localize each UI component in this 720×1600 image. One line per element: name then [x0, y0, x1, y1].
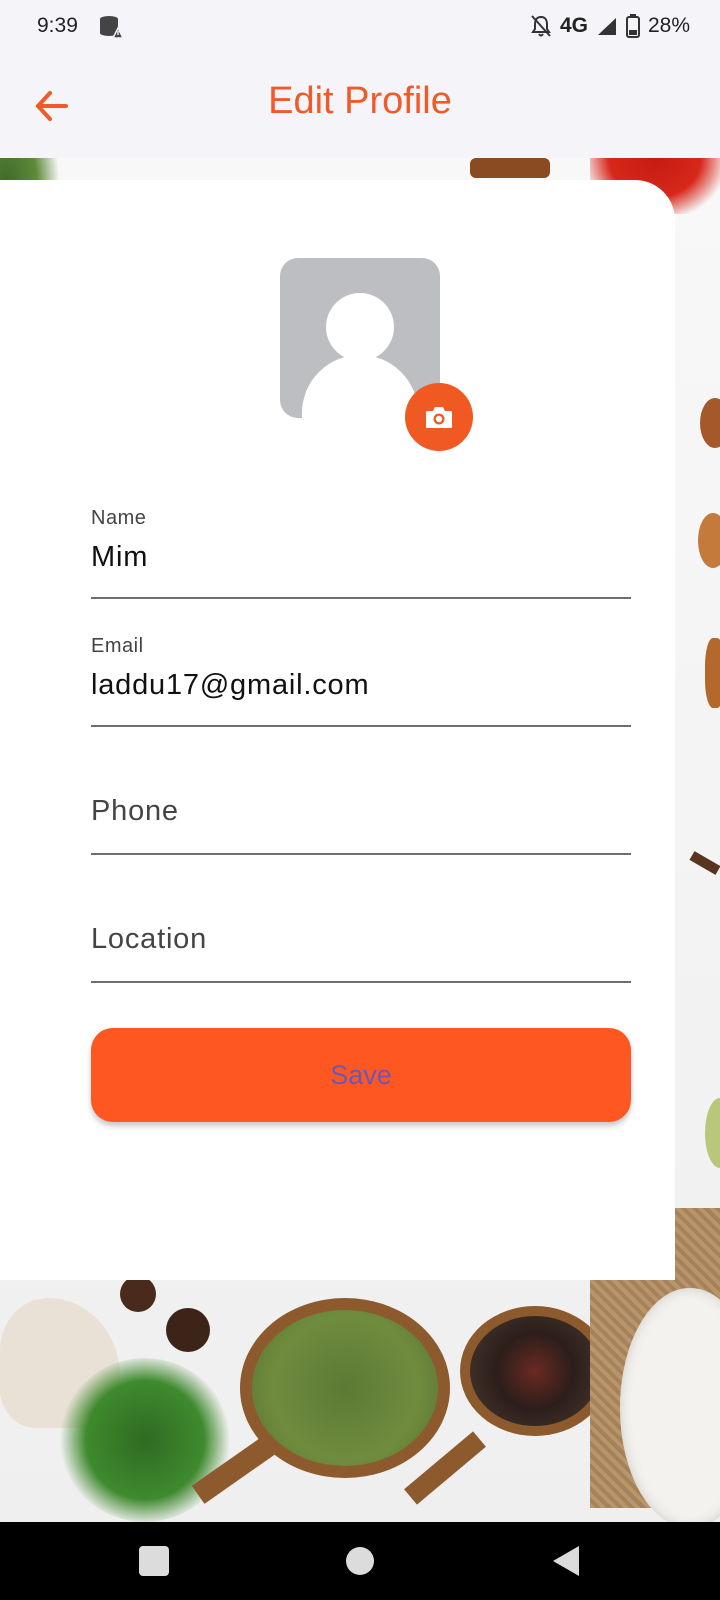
name-label: Name [91, 507, 147, 529]
decor-peppercorn-1 [120, 1276, 156, 1312]
location-field[interactable]: Location [91, 891, 631, 983]
email-field[interactable]: Email laddu17@gmail.com [91, 635, 631, 727]
name-input[interactable]: Mim [91, 541, 148, 574]
decor-spice-right [705, 638, 720, 708]
bell-off-icon [531, 15, 551, 37]
battery-level: 28% [647, 14, 690, 37]
phone-input[interactable]: Phone [91, 795, 179, 828]
network-type: 4G [559, 14, 588, 37]
status-time: 9:39 [37, 14, 78, 37]
status-right-group: 4G 28% [530, 14, 690, 38]
page-title: Edit Profile [268, 80, 452, 122]
camera-icon [426, 407, 452, 428]
decor-peppercorns [470, 1316, 600, 1426]
save-button[interactable]: Save [91, 1028, 631, 1122]
signal-icon [597, 18, 616, 35]
email-input[interactable]: laddu17@gmail.com [91, 669, 369, 702]
battery-icon [625, 14, 640, 38]
email-label: Email [91, 635, 144, 657]
decor-dried-herbs [252, 1310, 438, 1466]
decor-cinnamon-top [470, 158, 550, 178]
name-field[interactable]: Name Mim [91, 507, 631, 599]
app-bar: Edit Profile [0, 54, 720, 158]
avatar-head [326, 293, 394, 361]
status-bar: 9:39 4G 28% [0, 0, 720, 54]
system-nav-bar [0, 1522, 720, 1600]
avatar-body [302, 355, 418, 418]
phone-field[interactable]: Phone [91, 763, 631, 855]
database-warning-icon [100, 16, 124, 39]
location-input[interactable]: Location [91, 923, 207, 956]
square-icon[interactable] [135, 1542, 173, 1580]
decor-green-right [705, 1098, 720, 1168]
decor-almond-1 [700, 398, 720, 448]
decor-almond-2 [698, 513, 720, 568]
camera-button[interactable] [405, 383, 473, 451]
triangle-back-icon[interactable] [547, 1542, 585, 1580]
decor-peppercorn-2 [166, 1308, 210, 1352]
circle-icon[interactable] [341, 1542, 379, 1580]
decor-clove-right [689, 851, 720, 875]
